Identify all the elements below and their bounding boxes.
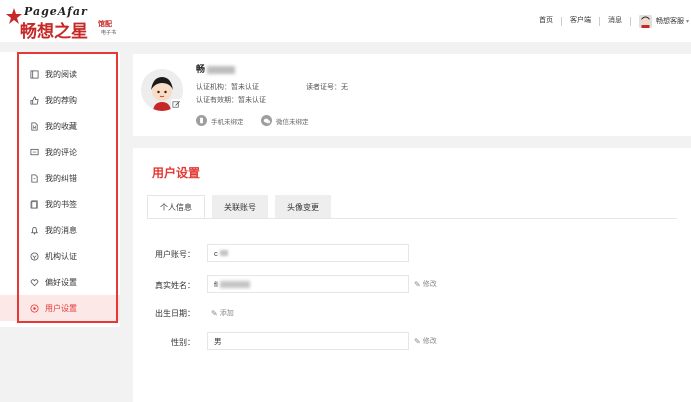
pencil-icon: ✎ — [414, 279, 421, 289]
birthdate-label: 出生日期： — [155, 309, 195, 318]
edit-realname-link[interactable]: ✎ 修改 — [414, 279, 437, 289]
sidebar-item[interactable]: 用户设置 — [19, 297, 116, 319]
phone-bind-status[interactable]: 手机未绑定 — [196, 115, 244, 126]
chevron-down-icon[interactable]: ▾ — [686, 18, 689, 25]
nav-home-link[interactable]: 首页 — [531, 16, 561, 26]
bookmark-doc-icon — [29, 121, 39, 131]
gender-field[interactable]: 男 — [207, 332, 409, 350]
sidebar-item-label: 用户设置 — [45, 303, 77, 313]
institution-icon — [29, 251, 39, 261]
top-header: PageAfar 畅想之星 馆配 电子书 首页 客户端 消息 畅想客服 ▾ — [0, 0, 691, 42]
sidebar: 我的阅读我的荐购我的收藏我的评论我的纠错我的书签我的消息机构认证偏好设置用户设置 — [0, 52, 120, 327]
user-settings-panel: 用户设置 个人信息 关联账号 头像变更 用户账号： c 真实姓名： fl ✎ 修改… — [133, 148, 691, 402]
sidebar-item-label: 我的阅读 — [45, 69, 77, 79]
phone-icon — [196, 115, 207, 126]
user-name: 畅 — [196, 62, 236, 75]
sidebar-item[interactable]: 我的纠错 — [19, 167, 116, 189]
settings-tabs: 个人信息 关联账号 头像变更 — [147, 195, 338, 219]
sidebar-item-label: 我的消息 — [45, 225, 77, 235]
user-avatar-small[interactable] — [638, 14, 652, 28]
sidebar-highlight-box: 我的阅读我的荐购我的收藏我的评论我的纠错我的书签我的消息机构认证偏好设置用户设置 — [17, 52, 118, 323]
realname-label: 真实姓名： — [155, 281, 195, 290]
sidebar-item[interactable]: 偏好设置 — [19, 271, 116, 293]
thumb-up-icon — [29, 95, 39, 105]
sidebar-item-label: 机构认证 — [45, 251, 77, 261]
sidebar-item-label: 我的书签 — [45, 199, 77, 209]
sidebar-item-label: 我的评论 — [45, 147, 77, 157]
account-field: c — [207, 244, 409, 262]
sidebar-item[interactable]: 我的评论 — [19, 141, 116, 163]
sidebar-item[interactable]: 我的荐购 — [19, 89, 116, 111]
reader-id: 读者证号：无 — [306, 84, 348, 91]
tab-avatar-change[interactable]: 头像变更 — [275, 195, 331, 219]
bookmark-icon — [29, 199, 39, 209]
logo[interactable]: PageAfar 畅想之星 馆配 电子书 — [6, 2, 131, 41]
sidebar-item-label: 偏好设置 — [45, 277, 77, 287]
error-doc-icon — [29, 173, 39, 183]
sidebar-item[interactable]: 机构认证 — [19, 245, 116, 267]
pencil-icon: ✎ — [414, 336, 421, 346]
logo-chinese-text: 畅想之星 — [20, 22, 88, 41]
edit-gender-link[interactable]: ✎ 修改 — [414, 336, 437, 346]
edit-avatar-icon[interactable] — [171, 99, 182, 110]
profile-card: 畅 认证机构：暂未认证 读者证号：无 认证有效期：暂未认证 手机未绑定 微信未绑… — [133, 54, 691, 136]
wechat-bind-status[interactable]: 微信未绑定 — [261, 115, 309, 126]
tab-personal-info[interactable]: 个人信息 — [147, 195, 205, 219]
nav-divider — [629, 16, 631, 26]
nav-messages-link[interactable]: 消息 — [600, 16, 630, 26]
blurred-name — [207, 65, 236, 74]
realname-field[interactable]: fl — [207, 275, 409, 293]
sidebar-item[interactable]: 我的书签 — [19, 193, 116, 215]
comment-icon — [29, 147, 39, 157]
sidebar-item-label: 我的收藏 — [45, 121, 77, 131]
account-label: 用户账号： — [155, 250, 195, 259]
top-nav: 首页 客户端 消息 畅想客服 ▾ — [531, 14, 691, 28]
heart-icon — [29, 277, 39, 287]
sidebar-item[interactable]: 我的阅读 — [19, 63, 116, 85]
nav-client-link[interactable]: 客户端 — [562, 16, 599, 26]
certification-validity: 认证有效期：暂未认证 — [196, 97, 266, 104]
book-icon — [29, 69, 39, 79]
tabs-divider — [147, 218, 677, 219]
tab-linked-accounts[interactable]: 关联账号 — [212, 195, 268, 219]
page-title: 用户设置 — [152, 166, 201, 180]
sidebar-item[interactable]: 我的收藏 — [19, 115, 116, 137]
user-settings-icon — [29, 303, 39, 313]
logo-subtext-small: 电子书 — [101, 30, 117, 36]
add-birthdate-link[interactable]: ✎ 添加 — [211, 308, 234, 318]
certification-org: 认证机构：暂未认证 — [196, 84, 259, 91]
sidebar-item[interactable]: 我的消息 — [19, 219, 116, 241]
user-name-link[interactable]: 畅想客服 — [656, 16, 684, 26]
bell-icon — [29, 225, 39, 235]
pencil-icon: ✎ — [211, 308, 218, 318]
wechat-icon — [261, 115, 272, 126]
logo-subtext: 馆配 — [98, 21, 112, 28]
sidebar-item-label: 我的纠错 — [45, 173, 77, 183]
sidebar-item-label: 我的荐购 — [45, 95, 77, 105]
gender-label: 性别： — [171, 338, 195, 347]
